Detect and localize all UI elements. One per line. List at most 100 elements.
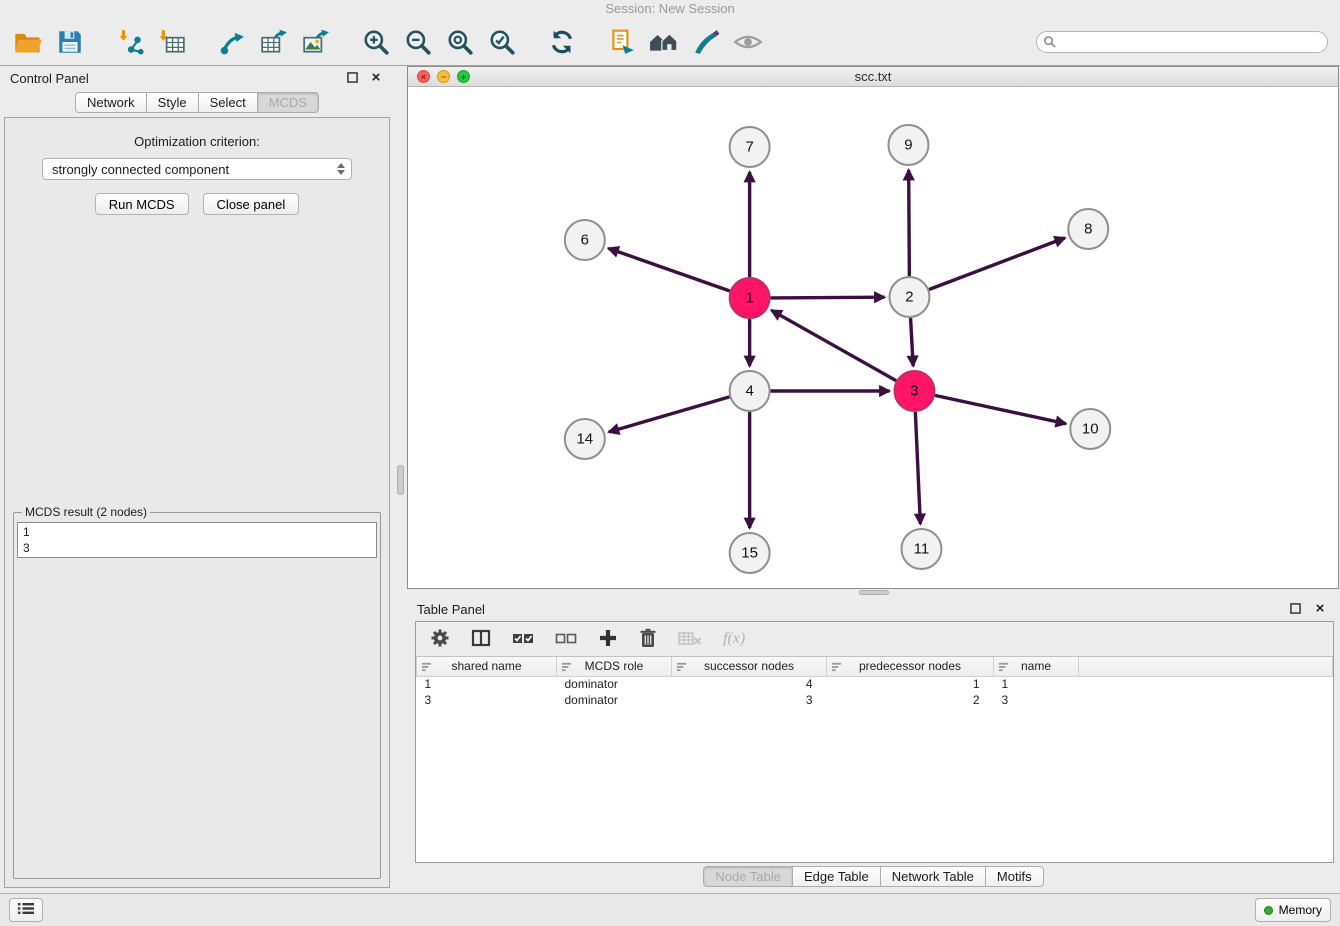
float-table-panel-button[interactable]	[1287, 601, 1303, 617]
control-tab-network[interactable]: Network	[75, 92, 147, 113]
graph-node-7[interactable]: 7	[730, 127, 770, 167]
vertical-splitter[interactable]	[394, 66, 407, 893]
table-panel-header: Table Panel ×	[407, 596, 1340, 620]
cell-name: 1	[994, 676, 1079, 692]
graph-edge-2-8[interactable]	[929, 238, 1065, 290]
mcds-buttons: Run MCDS Close panel	[95, 193, 299, 215]
table-panel: Table Panel ×	[407, 596, 1340, 893]
float-window-icon	[347, 71, 358, 86]
close-panel-action-button[interactable]: Close panel	[203, 193, 300, 215]
control-tab-select[interactable]: Select	[198, 92, 258, 113]
graph-edge-3-11[interactable]	[915, 412, 920, 524]
splitter-grip[interactable]	[859, 590, 889, 595]
table-row[interactable]: 3dominator323	[417, 692, 1333, 708]
zoom-fit-button[interactable]	[442, 24, 478, 60]
column-header-shared-name[interactable]: shared name	[417, 657, 557, 676]
task-history-button[interactable]	[9, 898, 43, 922]
svg-text:10: 10	[1082, 420, 1099, 437]
graph-edge-2-3[interactable]	[911, 318, 914, 366]
criterion-select[interactable]: strongly connected component	[42, 158, 352, 180]
mcds-result-list[interactable]: 13	[17, 522, 377, 558]
graph-node-15[interactable]: 15	[730, 533, 770, 573]
export-network-button[interactable]	[214, 24, 250, 60]
graph-node-14[interactable]: 14	[565, 419, 605, 459]
float-panel-button[interactable]	[344, 70, 360, 86]
graph-node-3[interactable]: 3	[894, 371, 934, 411]
graph-node-8[interactable]: 8	[1068, 209, 1108, 249]
close-icon: ×	[372, 71, 381, 85]
float-window-icon	[1290, 602, 1301, 617]
trash-icon	[639, 628, 657, 651]
open-session-button[interactable]	[10, 24, 46, 60]
close-panel-button[interactable]: ×	[368, 70, 384, 86]
graph-node-4[interactable]: 4	[730, 371, 770, 411]
clone-network-button[interactable]	[604, 24, 640, 60]
close-table-panel-button[interactable]: ×	[1312, 601, 1328, 617]
graph-edge-2-9[interactable]	[909, 170, 910, 276]
add-column-button[interactable]	[598, 628, 618, 651]
graph-node-10[interactable]: 10	[1070, 409, 1110, 449]
deselect-all-button[interactable]	[555, 629, 577, 650]
eye-icon	[733, 28, 763, 56]
style-brush-button[interactable]	[688, 24, 724, 60]
column-header-successor-nodes[interactable]: successor nodes	[672, 657, 827, 676]
refresh-layout-button[interactable]	[544, 24, 580, 60]
table-tab-edge-table[interactable]: Edge Table	[792, 866, 881, 887]
zoom-selected-button[interactable]	[484, 24, 520, 60]
graph-edge-3-1[interactable]	[771, 310, 896, 380]
cell-name: 3	[994, 692, 1079, 708]
mcds-result-line: 1	[23, 524, 371, 540]
show-hide-button[interactable]	[730, 24, 766, 60]
graph-edge-1-2[interactable]	[771, 297, 885, 298]
table-tab-motifs[interactable]: Motifs	[985, 866, 1044, 887]
table-tab-network-table[interactable]: Network Table	[880, 866, 986, 887]
table-settings-button[interactable]	[430, 628, 450, 651]
graph-edge-4-14[interactable]	[609, 397, 730, 432]
close-window-icon[interactable]: ×	[417, 70, 430, 83]
zoom-window-icon[interactable]: +	[457, 70, 470, 83]
graph-edge-3-10[interactable]	[935, 395, 1066, 423]
control-tab-mcds[interactable]: MCDS	[257, 92, 319, 113]
mcds-result-group: MCDS result (2 nodes) 13	[13, 505, 381, 879]
toolbar-group-import	[112, 24, 190, 60]
column-header-predecessor-nodes[interactable]: predecessor nodes	[827, 657, 994, 676]
network-window-titlebar[interactable]: × − + scc.txt	[408, 67, 1338, 87]
delete-table-button[interactable]	[678, 629, 702, 650]
graph-node-6[interactable]: 6	[565, 220, 605, 260]
zoom-in-button[interactable]	[358, 24, 394, 60]
search-input[interactable]	[1036, 31, 1328, 53]
export-image-button[interactable]	[298, 24, 334, 60]
graph-edge-1-6[interactable]	[608, 248, 729, 291]
zoom-out-button[interactable]	[400, 24, 436, 60]
cell-mcds-role: dominator	[557, 692, 672, 708]
svg-text:11: 11	[914, 540, 930, 557]
save-session-button[interactable]	[52, 24, 88, 60]
function-builder-button[interactable]: f(x)	[723, 630, 745, 648]
table-tab-node-table[interactable]: Node Table	[703, 866, 793, 887]
import-table-button[interactable]	[154, 24, 190, 60]
import-network-button[interactable]	[112, 24, 148, 60]
export-table-button[interactable]	[256, 24, 292, 60]
splitter-grip[interactable]	[397, 465, 404, 495]
graph-node-11[interactable]: 11	[901, 529, 941, 569]
memory-button[interactable]: Memory	[1255, 898, 1331, 922]
minimize-window-icon[interactable]: −	[437, 70, 450, 83]
graph-node-9[interactable]: 9	[888, 125, 928, 165]
table-row[interactable]: 1dominator411	[417, 676, 1333, 692]
graph-node-1[interactable]: 1	[730, 278, 770, 318]
node-table-area[interactable]: shared nameMCDS rolesuccessor nodesprede…	[416, 657, 1333, 862]
delete-column-button[interactable]	[639, 628, 657, 651]
network-window-title: scc.txt	[855, 69, 892, 84]
home-button[interactable]	[646, 24, 682, 60]
show-columns-button[interactable]	[471, 628, 491, 651]
run-mcds-button[interactable]: Run MCDS	[95, 193, 189, 215]
graph-node-2[interactable]: 2	[889, 277, 929, 317]
svg-text:9: 9	[904, 136, 912, 153]
horizontal-splitter[interactable]	[407, 589, 1340, 596]
column-header-mcds-role[interactable]: MCDS role	[557, 657, 672, 676]
column-header-name[interactable]: name	[994, 657, 1079, 676]
select-all-button[interactable]	[512, 629, 534, 650]
network-canvas[interactable]: 7 9 6 8 1 2 4 3 14 10 15 11	[408, 87, 1338, 588]
control-tab-style[interactable]: Style	[146, 92, 199, 113]
window-titlebar[interactable]: Session: New Session	[0, 0, 1340, 18]
